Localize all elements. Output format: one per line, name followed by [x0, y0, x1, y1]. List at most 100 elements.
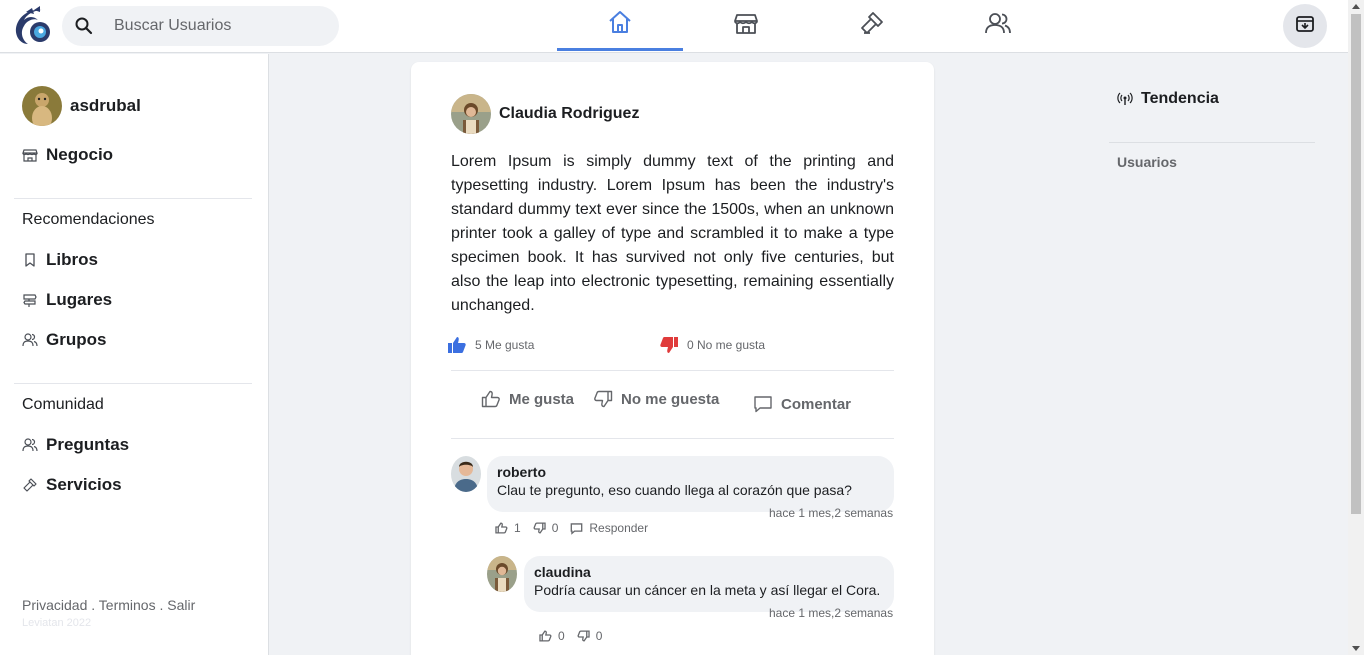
group-icon	[22, 332, 38, 348]
likes-count[interactable]: 5 Me gusta	[447, 336, 534, 354]
divider	[451, 438, 894, 439]
thumbs-up-filled-icon	[447, 336, 467, 354]
sidebar-item-grupos[interactable]: Grupos	[22, 330, 106, 350]
divider	[14, 198, 252, 199]
left-sidebar: asdrubal Negocio Recomendaciones Libros …	[0, 54, 269, 655]
broadcast-icon	[1117, 91, 1133, 107]
logout-link[interactable]: Salir	[167, 597, 195, 613]
sidebar-item-preguntas[interactable]: Preguntas	[22, 435, 129, 455]
sidebar-item-lugares[interactable]: Lugares	[22, 290, 112, 310]
post-card: Claudia Rodriguez Lorem Ipsum is simply …	[411, 62, 934, 655]
copyright-text: Leviatan 2022	[22, 617, 92, 629]
tab-users[interactable]	[935, 0, 1061, 51]
comment-icon	[754, 396, 772, 413]
sidebar-item-negocio[interactable]: Negocio	[22, 145, 113, 165]
search-box[interactable]	[62, 6, 339, 46]
leviatan-logo-icon[interactable]	[12, 6, 56, 46]
separator: .	[87, 597, 99, 613]
dislikes-count[interactable]: 0 No me gusta	[659, 336, 765, 354]
sidebar-item-label: Servicios	[46, 475, 122, 494]
comment-bubble: claudina Podría causar un cáncer en la m…	[524, 556, 894, 612]
signpost-icon	[22, 292, 38, 308]
archive-button[interactable]	[1283, 4, 1327, 48]
thumbs-down-icon	[533, 522, 546, 534]
scroll-up-icon[interactable]	[1352, 4, 1360, 9]
page-scrollbar[interactable]	[1348, 0, 1364, 655]
dislike-button[interactable]: No me guesta	[593, 390, 719, 408]
comment-text: Clau te pregunto, eso cuando llega al co…	[497, 482, 852, 498]
sidebar-item-label: Preguntas	[46, 435, 130, 454]
sidebar-item-label: Libros	[46, 250, 98, 269]
reply-icon	[571, 522, 583, 535]
archive-icon	[1295, 14, 1315, 39]
comment-time: hace 1 mes,2 semanas	[769, 606, 894, 620]
store-icon	[732, 9, 760, 42]
likes-text: 5 Me gusta	[475, 338, 535, 352]
reply-button[interactable]: Responder	[570, 521, 648, 535]
recommendations-heading: Recomendaciones	[22, 211, 155, 228]
sidebar-item-label: Lugares	[46, 290, 113, 309]
comment-author[interactable]: claudina	[534, 564, 884, 580]
tab-home[interactable]	[557, 0, 683, 51]
post-header: Claudia Rodriguez	[451, 94, 639, 134]
comment-bubble: roberto Clau te pregunto, eso cuando lle…	[487, 456, 894, 512]
separator: .	[155, 597, 168, 613]
sidebar-item-libros[interactable]: Libros	[22, 250, 98, 270]
comment-like-count: 1	[514, 521, 521, 535]
top-navbar	[0, 0, 1348, 53]
sidebar-item-label: Grupos	[46, 330, 107, 349]
commenter-avatar[interactable]	[451, 456, 481, 492]
user-name: asdrubal	[70, 96, 141, 115]
dislikes-text: 0 No me gusta	[687, 338, 766, 352]
comment-actions: 1 0 Responder	[495, 521, 660, 535]
post-text: Lorem Ipsum is simply dummy text of the …	[451, 153, 894, 314]
comment-text: Podría causar un cáncer en la meta y así…	[534, 582, 881, 598]
like-button[interactable]: Me gusta	[481, 390, 574, 408]
hammer-icon	[22, 477, 38, 493]
profile-link[interactable]: asdrubal	[22, 86, 141, 126]
trending-label: Tendencia	[1141, 90, 1219, 107]
comment-like-count: 0	[558, 629, 565, 643]
reply-label: Responder	[589, 521, 649, 535]
post-author-name[interactable]: Claudia Rodriguez	[499, 105, 639, 123]
divider	[1109, 142, 1315, 143]
footer-links: Privacidad . Terminos . Salir	[22, 597, 195, 613]
commenter-avatar[interactable]	[487, 556, 517, 592]
comment-dislike-count: 0	[595, 629, 603, 643]
comment-time: hace 1 mes,2 semanas	[769, 506, 894, 520]
comment-actions: 0 0	[539, 629, 614, 643]
bookmark-icon	[22, 252, 38, 268]
sidebar-item-servicios[interactable]: Servicios	[22, 475, 122, 495]
search-input[interactable]	[114, 6, 329, 46]
comment-like-button[interactable]: 1	[495, 521, 521, 535]
right-sidebar: Tendencia Usuarios	[1077, 54, 1348, 655]
sidebar-item-label: Negocio	[46, 145, 114, 164]
users-heading: Usuarios	[1117, 154, 1177, 170]
privacy-link[interactable]: Privacidad	[22, 597, 87, 613]
comment-dislike-button[interactable]: 0	[577, 629, 603, 643]
trending-heading[interactable]: Tendencia	[1117, 90, 1219, 108]
divider	[14, 383, 252, 384]
comment-author[interactable]: roberto	[497, 464, 884, 480]
tab-services[interactable]	[809, 0, 935, 51]
thumbs-up-icon	[481, 390, 500, 408]
thumbs-down-icon	[594, 390, 613, 408]
thumbs-down-filled-icon	[659, 336, 679, 354]
comment-like-button[interactable]: 0	[539, 629, 565, 643]
comment-button[interactable]: Comentar	[753, 394, 851, 414]
comment-label: Comentar	[781, 395, 852, 413]
scrollbar-thumb[interactable]	[1351, 14, 1361, 514]
hammer-icon	[858, 9, 886, 42]
thumbs-up-icon	[495, 522, 508, 534]
tab-store[interactable]	[683, 0, 809, 51]
author-avatar[interactable]	[451, 94, 491, 134]
thumbs-up-icon	[539, 630, 552, 642]
dislike-label: No me guesta	[621, 390, 720, 408]
divider	[451, 370, 894, 371]
community-heading: Comunidad	[22, 396, 104, 413]
comment-dislike-button[interactable]: 0	[533, 521, 559, 535]
search-icon	[74, 16, 94, 36]
terms-link[interactable]: Terminos	[99, 597, 156, 613]
scroll-down-icon[interactable]	[1352, 646, 1360, 651]
comment-dislike-count: 0	[551, 521, 559, 535]
